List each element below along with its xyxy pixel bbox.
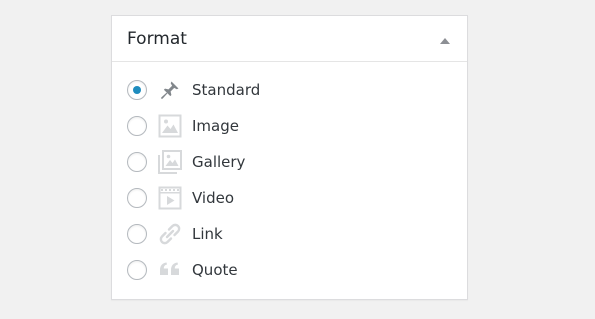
radio-link[interactable] xyxy=(127,224,147,244)
format-option-gallery[interactable]: Gallery xyxy=(127,148,447,176)
collapse-toggle-button[interactable] xyxy=(433,28,457,52)
video-icon xyxy=(158,186,182,210)
link-icon xyxy=(158,222,182,246)
gallery-icon xyxy=(158,150,182,174)
format-label-gallery: Gallery xyxy=(192,153,246,171)
pushpin-icon xyxy=(158,78,182,102)
format-option-video[interactable]: Video xyxy=(127,184,447,212)
radio-standard[interactable] xyxy=(127,80,147,100)
format-option-link[interactable]: Link xyxy=(127,220,447,248)
image-icon xyxy=(158,114,182,138)
format-panel: Format Standard Image Gallery Video Link… xyxy=(111,15,468,300)
triangle-up-icon xyxy=(440,38,450,44)
format-option-quote[interactable]: Quote xyxy=(127,256,447,284)
panel-title: Format xyxy=(127,29,187,49)
format-option-image[interactable]: Image xyxy=(127,112,447,140)
radio-image[interactable] xyxy=(127,116,147,136)
radio-gallery[interactable] xyxy=(127,152,147,172)
format-label-link: Link xyxy=(192,225,223,243)
format-label-video: Video xyxy=(192,189,235,207)
radio-quote[interactable] xyxy=(127,260,147,280)
quote-icon xyxy=(158,258,182,282)
radio-video[interactable] xyxy=(127,188,147,208)
panel-header: Format xyxy=(112,16,467,62)
format-label-standard: Standard xyxy=(192,81,261,99)
radio-selected-dot xyxy=(133,86,141,94)
format-option-standard[interactable]: Standard xyxy=(127,76,447,104)
format-label-quote: Quote xyxy=(192,261,238,279)
format-label-image: Image xyxy=(192,117,239,135)
